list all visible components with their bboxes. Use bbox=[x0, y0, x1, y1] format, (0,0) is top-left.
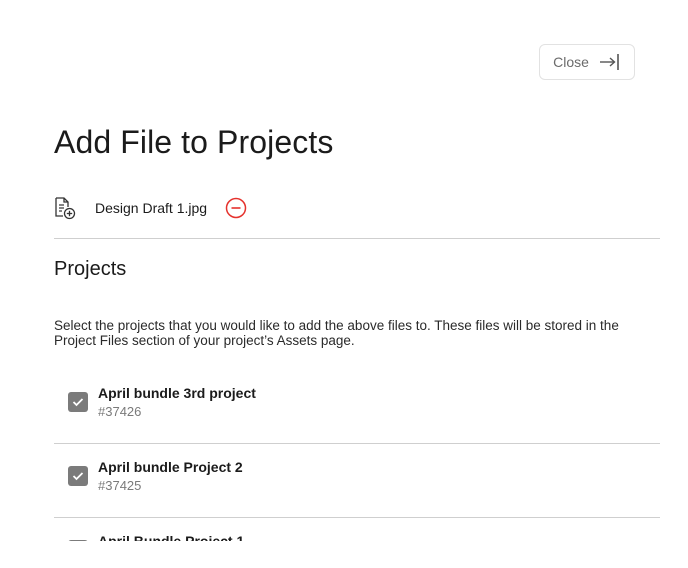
checkmark-icon bbox=[72, 472, 84, 481]
projects-section-title: Projects bbox=[54, 258, 127, 280]
project-item[interactable]: April bundle Project 2 #37425 bbox=[54, 444, 660, 518]
project-item[interactable]: April bundle 3rd project #37426 bbox=[54, 370, 660, 444]
project-checkbox[interactable] bbox=[68, 540, 88, 541]
divider bbox=[54, 238, 660, 239]
close-button[interactable]: Close bbox=[539, 44, 635, 80]
close-label: Close bbox=[553, 54, 589, 70]
page-title: Add File to Projects bbox=[54, 124, 334, 160]
project-list[interactable]: April bundle 3rd project #37426 April bu… bbox=[0, 370, 688, 541]
project-checkbox[interactable] bbox=[68, 392, 88, 412]
project-id: #37425 bbox=[98, 478, 142, 493]
selected-file-row: Design Draft 1.jpg bbox=[54, 196, 247, 220]
project-checkbox[interactable] bbox=[68, 466, 88, 486]
project-name: April bundle Project 2 bbox=[98, 459, 243, 475]
file-add-icon bbox=[54, 196, 76, 220]
arrow-to-right-bar-icon bbox=[599, 52, 621, 72]
project-id: #37426 bbox=[98, 404, 142, 419]
minus-circle-icon[interactable] bbox=[225, 197, 247, 219]
file-name: Design Draft 1.jpg bbox=[95, 200, 208, 216]
project-item[interactable]: April Bundle Project 1 bbox=[54, 518, 660, 541]
project-name: April Bundle Project 1 bbox=[98, 533, 245, 541]
project-name: April bundle 3rd project bbox=[98, 385, 256, 401]
projects-description: Select the projects that you would like … bbox=[54, 318, 619, 348]
checkmark-icon bbox=[72, 398, 84, 407]
